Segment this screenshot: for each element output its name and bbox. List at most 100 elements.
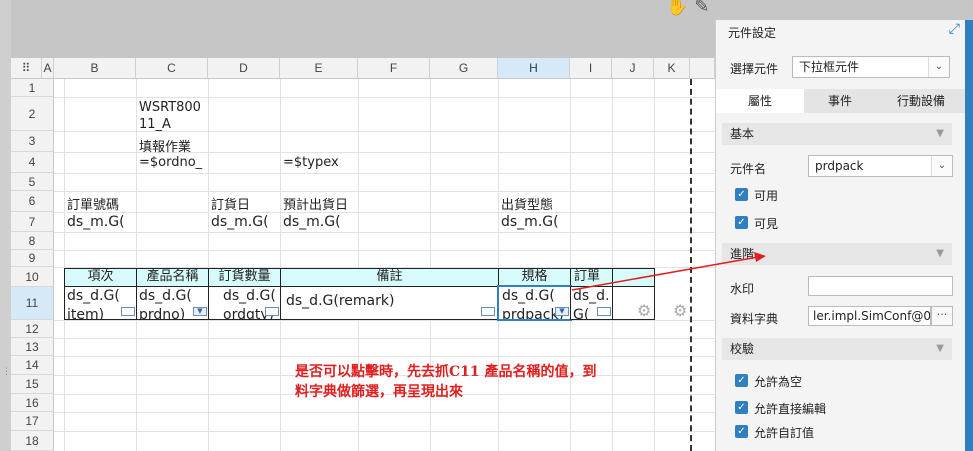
gridline <box>54 320 715 321</box>
resize-arrow-icon[interactable]: ⤢ <box>949 21 960 37</box>
chevron-down-icon: ⌄ <box>931 156 952 176</box>
column-header-g[interactable]: G <box>430 58 498 79</box>
allow-edit-checkbox[interactable]: ✓ <box>735 401 748 414</box>
section-basic-label: 基本 <box>730 127 755 141</box>
column-header-f[interactable]: F <box>358 58 430 79</box>
textbox-marker-icon <box>597 307 611 316</box>
tab-properties[interactable]: 屬性 <box>716 89 804 113</box>
cell-e4[interactable]: =$typex <box>283 155 339 170</box>
row-header-7[interactable]: 7 <box>11 212 54 232</box>
data-dictionary-browse-button[interactable]: ··· <box>931 306 953 326</box>
tab-mobile[interactable]: 行動設備 <box>876 89 966 113</box>
data-dictionary-input[interactable]: ler.impl.SimConf@0]] <box>808 306 931 326</box>
cell-c4[interactable]: =$ordno_ <box>139 155 207 170</box>
left-edge-strip <box>0 0 11 451</box>
visible-checkbox[interactable]: ✓ <box>735 216 748 229</box>
row-header-2[interactable]: 2 <box>11 97 54 131</box>
gridline <box>54 97 715 98</box>
row-header-16[interactable]: 16 <box>11 394 54 412</box>
gear-icon[interactable]: ⚙ <box>673 301 687 320</box>
row-header-15[interactable]: 15 <box>11 375 54 394</box>
pen-icon[interactable]: ✎ <box>694 0 709 16</box>
spreadsheet-designer[interactable]: ⠿ A B C D E F G H I J K 1 2 3 4 5 6 7 8 … <box>11 58 715 451</box>
cell-c3[interactable]: 填報作業 <box>139 136 191 155</box>
section-basic[interactable]: 基本 ▼ <box>722 123 952 145</box>
allow-empty-label: 允許為空 <box>754 375 803 389</box>
gridline <box>54 412 715 413</box>
annotation-text: 是否可以點擊時，先去抓C11 產品名稱的值，到 料字典做篩選，再呈現出來 <box>295 364 597 400</box>
cell-e11-text: ds_d.G(remark) <box>286 293 395 309</box>
row-header-12[interactable]: 12 <box>11 320 54 338</box>
section-validation[interactable]: 校驗 ▼ <box>722 338 952 360</box>
row-header-13[interactable]: 13 <box>11 338 54 356</box>
cell-c11-line1: ds_d.G( <box>139 288 192 304</box>
row-header-10[interactable]: 10 <box>11 267 54 287</box>
section-advanced[interactable]: 進階 ▼ <box>722 243 952 265</box>
row-header-9[interactable]: 9 <box>11 250 54 267</box>
gridline <box>54 173 715 174</box>
caret-down-icon: ▼ <box>936 343 944 354</box>
column-header-i[interactable]: I <box>570 58 612 79</box>
cell-d7[interactable]: ds_m.G( <box>211 214 269 230</box>
panel-tabs: 屬性 事件 行動設備 <box>716 89 966 113</box>
hand-slash-icon[interactable]: ✋ <box>666 0 688 16</box>
cell-b11[interactable]: ds_d.G( item) <box>64 286 137 320</box>
column-header-k[interactable]: K <box>654 58 690 79</box>
element-name-dropdown[interactable]: prdpack ⌄ <box>808 155 953 177</box>
tab-events[interactable]: 事件 <box>804 89 876 113</box>
enabled-checkbox[interactable]: ✓ <box>735 188 748 201</box>
cell-c2-line1[interactable]: WSRT800 <box>139 100 201 115</box>
row-header-5[interactable]: 5 <box>11 173 54 191</box>
gear-icon[interactable]: ⚙ <box>637 301 651 319</box>
row-header-11[interactable]: 11 <box>11 287 54 320</box>
element-name-label: 元件名 <box>730 162 767 176</box>
row-header-4[interactable]: 4 <box>11 152 54 173</box>
cell-e11[interactable]: ds_d.G(remark) <box>280 286 499 320</box>
gridline <box>280 79 281 451</box>
cell-e7[interactable]: ds_m.G( <box>283 214 341 230</box>
column-header-d[interactable]: D <box>208 58 280 79</box>
row-header-18[interactable]: 18 <box>11 431 54 451</box>
allow-custom-label: 允許自訂值 <box>754 426 815 440</box>
cell-d6[interactable]: 訂貨日 <box>211 194 250 213</box>
column-header-a[interactable]: A <box>42 58 54 79</box>
cell-c2-line2[interactable]: 11_A <box>139 117 171 132</box>
column-header-c[interactable]: C <box>136 58 208 79</box>
row-header-8[interactable]: 8 <box>11 232 54 250</box>
table-header-product-name[interactable]: 產品名稱 <box>136 268 209 287</box>
row-header-6[interactable]: 6 <box>11 191 54 212</box>
select-all-corner[interactable]: ⠿ <box>11 58 42 79</box>
column-header-h[interactable]: H <box>498 58 570 79</box>
watermark-input[interactable] <box>808 276 953 296</box>
gridline <box>54 212 715 213</box>
allow-custom-checkbox[interactable]: ✓ <box>735 425 748 438</box>
table-header-order-qty[interactable]: 訂貨數量 <box>208 268 281 287</box>
cell-i11[interactable]: ds_d. G( <box>570 286 613 320</box>
select-element-dropdown[interactable]: 下拉框元件 ⌄ <box>792 56 950 78</box>
cell-d11-line1: ds_d.G( <box>223 288 276 304</box>
table-header-item[interactable]: 項次 <box>64 268 137 287</box>
cell-j11[interactable]: ⚙ <box>612 286 655 320</box>
caret-down-icon: ▼ <box>936 128 944 139</box>
row-header-1[interactable]: 1 <box>11 79 54 97</box>
cell-h6[interactable]: 出貨型態 <box>501 194 553 213</box>
cell-b7[interactable]: ds_m.G( <box>67 214 125 230</box>
cell-c11[interactable]: ds_d.G( prdno) ▼ <box>136 286 209 320</box>
cell-b6[interactable]: 訂單號碼 <box>67 194 119 213</box>
table-header-order[interactable]: 訂單 <box>570 268 613 287</box>
row-header-3[interactable]: 3 <box>11 131 54 152</box>
table-header-remark[interactable]: 備註 <box>280 268 499 287</box>
column-header-j[interactable]: J <box>612 58 654 79</box>
row-header-14[interactable]: 14 <box>11 356 54 375</box>
column-header-blank <box>690 58 715 79</box>
cell-d11[interactable]: ds_d.G( ordqty) <box>208 286 281 320</box>
cell-h7[interactable]: ds_m.G( <box>501 214 559 230</box>
section-validation-label: 校驗 <box>730 342 755 356</box>
column-header-b[interactable]: B <box>54 58 136 79</box>
cell-e6[interactable]: 預計出貨日 <box>283 194 348 213</box>
column-header-e[interactable]: E <box>280 58 358 79</box>
row-header-17[interactable]: 17 <box>11 412 54 431</box>
allow-edit-label: 允許直接編輯 <box>754 402 827 416</box>
cell-h11-selected[interactable]: ds_d.G( prdpack) ▼ <box>497 285 572 321</box>
allow-empty-checkbox[interactable]: ✓ <box>735 374 748 387</box>
